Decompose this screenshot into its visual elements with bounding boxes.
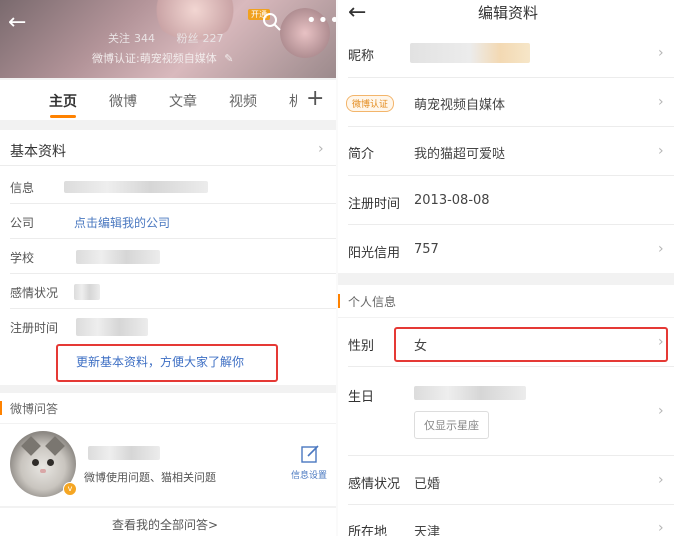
personal-section-title: 个人信息 bbox=[348, 295, 397, 309]
page-title: 编辑资料 bbox=[478, 4, 539, 22]
company-label: 公司 bbox=[10, 216, 35, 230]
chevron-right-icon: › bbox=[658, 143, 664, 159]
info-row-relationship[interactable]: 感情状况 bbox=[0, 275, 336, 309]
profile-tabs: 主页 微博 文章 视频 机 + bbox=[0, 80, 336, 120]
more-icon[interactable]: ••• bbox=[306, 10, 336, 31]
basic-info-header[interactable]: 基本资料 › bbox=[0, 130, 336, 166]
blurred-nickname bbox=[410, 43, 530, 63]
blurred-value bbox=[74, 284, 100, 300]
row-relationship[interactable]: 感情状况 已婚 › bbox=[338, 456, 674, 505]
info-label: 信息 bbox=[10, 181, 35, 195]
tab-weibo[interactable]: 微博 bbox=[109, 91, 137, 111]
row-registered: 注册时间 2013-08-08 bbox=[338, 176, 674, 225]
tab-videos[interactable]: 视频 bbox=[229, 91, 257, 111]
following-count: 344 bbox=[134, 32, 155, 45]
chevron-right-icon: › bbox=[318, 141, 324, 157]
row-credit[interactable]: 阳光信用 757 › bbox=[338, 225, 674, 273]
info-row-company[interactable]: 公司 点击编辑我的公司 bbox=[0, 205, 336, 239]
blurred-username bbox=[88, 446, 160, 460]
following-stat[interactable]: 关注 344 bbox=[108, 32, 155, 45]
highlight-box bbox=[56, 344, 278, 382]
location-value: 天津 bbox=[414, 525, 441, 536]
info-row-info[interactable]: 信息 bbox=[0, 170, 336, 204]
row-location[interactable]: 所在地 天津 › bbox=[338, 505, 674, 536]
view-all-qa-label: 查看我的全部问答> bbox=[112, 518, 219, 532]
relationship-label: 感情状况 bbox=[348, 477, 401, 492]
qa-card[interactable]: v 微博使用问题、猫相关问题 信息设置 bbox=[0, 424, 336, 506]
registered-value: 2013-08-08 bbox=[414, 193, 490, 208]
row-intro[interactable]: 简介 我的猫超可爱哒 › bbox=[338, 127, 674, 176]
blurred-value bbox=[76, 250, 160, 264]
info-row-registered[interactable]: 注册时间 bbox=[0, 310, 336, 344]
gender-label: 性别 bbox=[348, 339, 375, 354]
edit-pencil-icon[interactable]: ✎ bbox=[224, 52, 233, 65]
back-arrow-icon[interactable]: ← bbox=[8, 12, 26, 34]
blurred-value bbox=[76, 318, 148, 336]
info-settings-button[interactable]: 信息设置 bbox=[291, 468, 327, 481]
weibo-verified-badge: 微博认证 bbox=[346, 95, 395, 112]
chevron-right-icon: › bbox=[658, 472, 664, 488]
profile-cover: 开通 ← ••• 关注344 粉丝227 微博认证:萌宠视频自媒体 ✎ bbox=[0, 0, 336, 78]
row-weibo-verification[interactable]: 微博认证 萌宠视频自媒体 › bbox=[338, 78, 674, 127]
relationship-value: 已婚 bbox=[414, 477, 441, 492]
view-all-qa-button[interactable]: 查看我的全部问答> bbox=[0, 508, 336, 536]
followers-label: 粉丝 bbox=[176, 32, 199, 45]
verified-badge-icon: v bbox=[63, 482, 77, 496]
tab-home[interactable]: 主页 bbox=[49, 91, 77, 111]
follow-stats: 关注 344 粉丝 227 bbox=[108, 30, 242, 46]
active-tab-indicator bbox=[50, 115, 76, 118]
back-arrow-icon[interactable]: ← bbox=[348, 2, 366, 24]
row-birthday[interactable]: 生日 仅显示星座 › bbox=[338, 367, 674, 456]
company-edit-link[interactable]: 点击编辑我的公司 bbox=[74, 214, 170, 231]
personal-section-header: 个人信息 bbox=[338, 285, 674, 317]
edit-profile-header: ← 编辑资料 bbox=[338, 0, 674, 30]
followers-count: 227 bbox=[202, 32, 224, 45]
relationship-label: 感情状况 bbox=[10, 286, 59, 300]
tab-more-cut[interactable]: 机 bbox=[289, 91, 297, 111]
edit-profile-page: ← 编辑资料 昵称 › 微博认证 萌宠视频自媒体 › 简介 我的猫超可爱哒 › … bbox=[338, 0, 674, 536]
intro-value: 我的猫超可爱哒 bbox=[414, 147, 506, 162]
tab-articles[interactable]: 文章 bbox=[169, 91, 197, 111]
profile-page: 开通 ← ••• 关注344 粉丝227 微博认证:萌宠视频自媒体 ✎ 主页 微… bbox=[0, 0, 336, 536]
edit-icon[interactable] bbox=[300, 444, 320, 464]
blurred-birthday bbox=[414, 386, 526, 400]
chevron-right-icon: › bbox=[658, 241, 664, 257]
chevron-right-icon: › bbox=[658, 520, 664, 536]
verification-text: 微博认证:萌宠视频自媒体 ✎ bbox=[92, 50, 233, 66]
birthday-label: 生日 bbox=[348, 390, 375, 405]
nickname-label: 昵称 bbox=[348, 49, 375, 64]
verification-value: 萌宠视频自媒体 bbox=[414, 98, 506, 113]
followers-stat[interactable]: 粉丝 227 bbox=[177, 32, 224, 45]
qa-topics: 微博使用问题、猫相关问题 bbox=[84, 471, 216, 484]
plus-icon[interactable]: + bbox=[306, 86, 324, 111]
registered-label: 注册时间 bbox=[10, 321, 59, 335]
location-label: 所在地 bbox=[348, 525, 388, 536]
search-icon[interactable] bbox=[262, 12, 282, 32]
following-label: 关注 bbox=[108, 32, 130, 45]
info-row-school[interactable]: 学校 bbox=[0, 240, 336, 274]
qa-section-header: 微博问答 bbox=[0, 393, 336, 423]
zodiac-only-toggle[interactable]: 仅显示星座 bbox=[414, 411, 489, 439]
qa-section-title: 微博问答 bbox=[10, 402, 59, 416]
credit-label: 阳光信用 bbox=[348, 246, 401, 261]
chevron-right-icon: › bbox=[658, 45, 664, 61]
school-label: 学校 bbox=[10, 251, 35, 265]
blurred-value bbox=[64, 181, 208, 193]
verification-label: 微博认证:萌宠视频自媒体 bbox=[92, 52, 217, 65]
intro-label: 简介 bbox=[348, 147, 375, 162]
registered-label: 注册时间 bbox=[348, 197, 401, 212]
basic-info-title: 基本资料 bbox=[10, 144, 66, 160]
highlight-box bbox=[394, 327, 668, 362]
row-nickname[interactable]: 昵称 › bbox=[338, 30, 674, 78]
chevron-right-icon: › bbox=[658, 403, 664, 419]
credit-value: 757 bbox=[414, 242, 439, 257]
chevron-right-icon: › bbox=[658, 94, 664, 110]
